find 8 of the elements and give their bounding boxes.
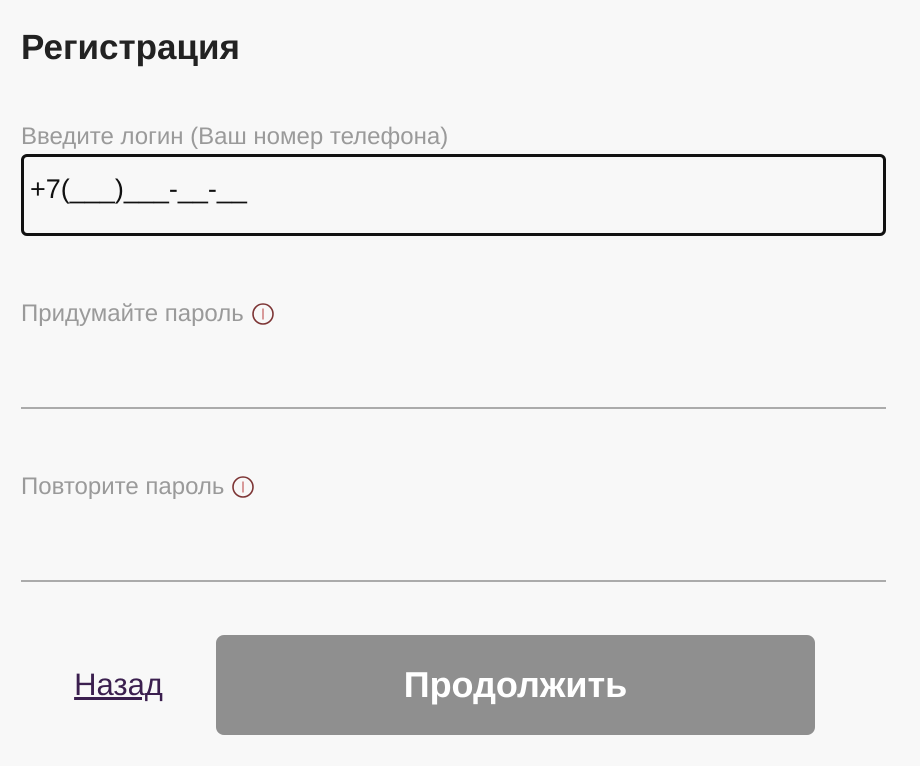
info-icon[interactable] bbox=[232, 476, 254, 498]
back-link[interactable]: Назад bbox=[74, 667, 163, 703]
field-label: Повторите пароль bbox=[21, 473, 224, 501]
field-label: Придумайте пароль bbox=[21, 300, 244, 328]
phone-input-field[interactable]: +7(___)___-__-__ bbox=[21, 154, 886, 236]
page-title: Регистрация bbox=[21, 27, 240, 69]
info-icon[interactable] bbox=[252, 303, 274, 325]
field-label: Введите логин (Ваш номер телефона) bbox=[21, 123, 448, 151]
